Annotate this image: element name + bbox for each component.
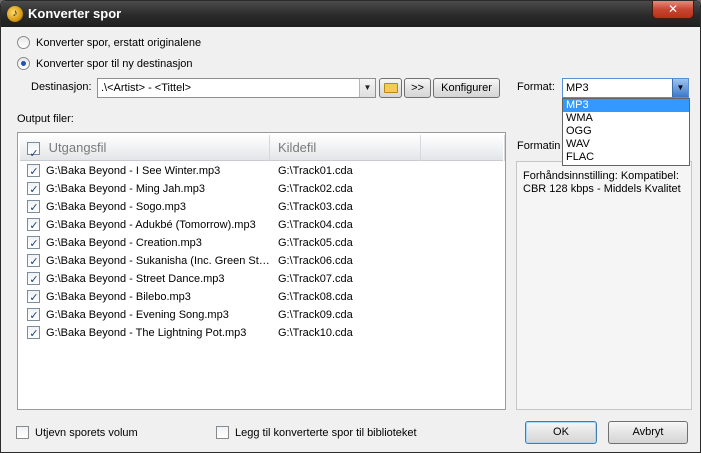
source-file-cell: G:\Track09.cda: [278, 309, 353, 321]
output-file-cell: G:\Baka Beyond - Sukanisha (Inc. Green S…: [46, 255, 270, 267]
row-checkbox[interactable]: [27, 235, 40, 253]
table-row[interactable]: G:\Baka Beyond - The Lightning Pot.mp3 G…: [25, 324, 495, 343]
window-title: Konverter spor: [28, 6, 122, 21]
source-file-cell: G:\Track01.cda: [278, 165, 353, 177]
output-file-cell: G:\Baka Beyond - I See Winter.mp3: [46, 165, 221, 177]
source-file-cell: G:\Track10.cda: [278, 327, 353, 339]
add-to-library-checkbox[interactable]: [216, 426, 229, 439]
destination-value: .\<Artist> - <Tittel>: [101, 82, 192, 94]
option-new-destination[interactable]: Konverter spor til ny destinasjon: [17, 57, 193, 70]
cancel-button[interactable]: Avbryt: [608, 421, 688, 444]
output-file-cell: G:\Baka Beyond - The Lightning Pot.mp3: [46, 327, 247, 339]
destination-variables-button[interactable]: >>: [404, 78, 431, 98]
row-checkbox[interactable]: [27, 289, 40, 307]
row-checkbox[interactable]: [27, 217, 40, 235]
table-row[interactable]: G:\Baka Beyond - Sukanisha (Inc. Green S…: [25, 252, 495, 271]
row-checkbox[interactable]: [27, 307, 40, 325]
format-combo[interactable]: MP3 ▼: [562, 78, 689, 98]
folder-icon: [383, 83, 398, 93]
normalize-volume-option[interactable]: Utjevn sporets volum: [16, 426, 138, 439]
destination-combo[interactable]: .\<Artist> - <Tittel> ▼: [97, 78, 376, 98]
app-icon: ♪: [7, 6, 23, 22]
column-header-source[interactable]: Kildefil: [271, 135, 421, 161]
add-to-library-option[interactable]: Legg til konverterte spor til biblioteke…: [216, 426, 417, 439]
radio-replace[interactable]: [17, 36, 30, 49]
select-all-checkbox[interactable]: [27, 141, 40, 167]
source-file-cell: G:\Track04.cda: [278, 219, 353, 231]
row-checkbox[interactable]: [27, 181, 40, 199]
format-value: MP3: [566, 82, 589, 94]
convert-tracks-dialog: ♪ Konverter spor ✕ Konverter spor, ersta…: [0, 0, 701, 453]
configure-button[interactable]: Konfigurer: [433, 78, 500, 98]
chevron-down-icon[interactable]: ▼: [672, 79, 688, 97]
output-files-list[interactable]: Utgangsfil Kildefil G:\Baka Beyond - I S…: [17, 132, 506, 410]
table-row[interactable]: G:\Baka Beyond - Adukbé (Tomorrow).mp3 G…: [25, 216, 495, 235]
column-header-empty: [422, 135, 505, 161]
source-file-cell: G:\Track03.cda: [278, 201, 353, 213]
radio-new-destination[interactable]: [17, 57, 30, 70]
browse-folder-button[interactable]: [379, 78, 402, 98]
output-file-cell: G:\Baka Beyond - Creation.mp3: [46, 237, 202, 249]
table-row[interactable]: G:\Baka Beyond - Creation.mp3 G:\Track05…: [25, 234, 495, 253]
row-checkbox[interactable]: [27, 253, 40, 271]
add-to-library-label: Legg til konverterte spor til biblioteke…: [235, 426, 417, 439]
output-file-cell: G:\Baka Beyond - Street Dance.mp3: [46, 273, 225, 285]
row-checkbox[interactable]: [27, 271, 40, 289]
output-files-label: Output filer:: [17, 113, 74, 125]
output-file-cell: G:\Baka Beyond - Ming Jah.mp3: [46, 183, 205, 195]
format-info-text: Forhåndsinnstilling: Kompatibel: CBR 128…: [523, 170, 681, 195]
table-row[interactable]: G:\Baka Beyond - Evening Song.mp3 G:\Tra…: [25, 306, 495, 325]
output-file-cell: G:\Baka Beyond - Sogo.mp3: [46, 201, 187, 213]
format-info-panel: Forhåndsinnstilling: Kompatibel: CBR 128…: [516, 161, 692, 410]
close-button[interactable]: ✕: [652, 1, 694, 19]
radio-replace-label: Konverter spor, erstatt originalene: [36, 36, 202, 49]
format-dropdown-list: MP3 WMA OGG WAV FLAC: [562, 98, 690, 166]
normalize-volume-checkbox[interactable]: [16, 426, 29, 439]
table-row[interactable]: G:\Baka Beyond - I See Winter.mp3 G:\Tra…: [25, 162, 495, 181]
row-checkbox[interactable]: [27, 325, 40, 343]
radio-new-destination-label: Konverter spor til ny destinasjon: [36, 57, 193, 70]
output-file-cell: G:\Baka Beyond - Adukbé (Tomorrow).mp3: [46, 219, 256, 231]
normalize-volume-label: Utjevn sporets volum: [35, 426, 138, 439]
table-row[interactable]: G:\Baka Beyond - Bilebo.mp3 G:\Track08.c…: [25, 288, 495, 307]
source-file-cell: G:\Track05.cda: [278, 237, 353, 249]
source-file-cell: G:\Track02.cda: [278, 183, 353, 195]
format-option-wav[interactable]: WAV: [563, 138, 689, 151]
format-option-mp3[interactable]: MP3: [563, 99, 689, 112]
source-file-cell: G:\Track08.cda: [278, 291, 353, 303]
format-option-ogg[interactable]: OGG: [563, 125, 689, 138]
format-option-flac[interactable]: FLAC: [563, 151, 689, 164]
table-row[interactable]: G:\Baka Beyond - Sogo.mp3 G:\Track03.cda: [25, 198, 495, 217]
ok-button[interactable]: OK: [525, 421, 597, 444]
source-file-cell: G:\Track06.cda: [278, 255, 353, 267]
list-header: Utgangsfil Kildefil: [20, 135, 505, 167]
destination-label: Destinasjon:: [31, 81, 92, 93]
format-label: Format:: [517, 81, 555, 93]
table-row[interactable]: G:\Baka Beyond - Ming Jah.mp3 G:\Track02…: [25, 180, 495, 199]
row-checkbox[interactable]: [27, 163, 40, 181]
table-row[interactable]: G:\Baka Beyond - Street Dance.mp3 G:\Tra…: [25, 270, 495, 289]
chevron-down-icon[interactable]: ▼: [359, 79, 375, 97]
title-bar[interactable]: ♪ Konverter spor ✕: [1, 1, 700, 27]
row-checkbox[interactable]: [27, 199, 40, 217]
source-file-cell: G:\Track07.cda: [278, 273, 353, 285]
column-header-output[interactable]: Utgangsfil: [20, 135, 270, 167]
column-header-output-label: Utgangsfil: [48, 140, 107, 155]
format-info-group-label: Formatinnstillinger: [517, 140, 561, 152]
format-option-wma[interactable]: WMA: [563, 112, 689, 125]
output-file-cell: G:\Baka Beyond - Evening Song.mp3: [46, 309, 229, 321]
output-file-cell: G:\Baka Beyond - Bilebo.mp3: [46, 291, 191, 303]
option-replace-originals[interactable]: Konverter spor, erstatt originalene: [17, 36, 201, 49]
